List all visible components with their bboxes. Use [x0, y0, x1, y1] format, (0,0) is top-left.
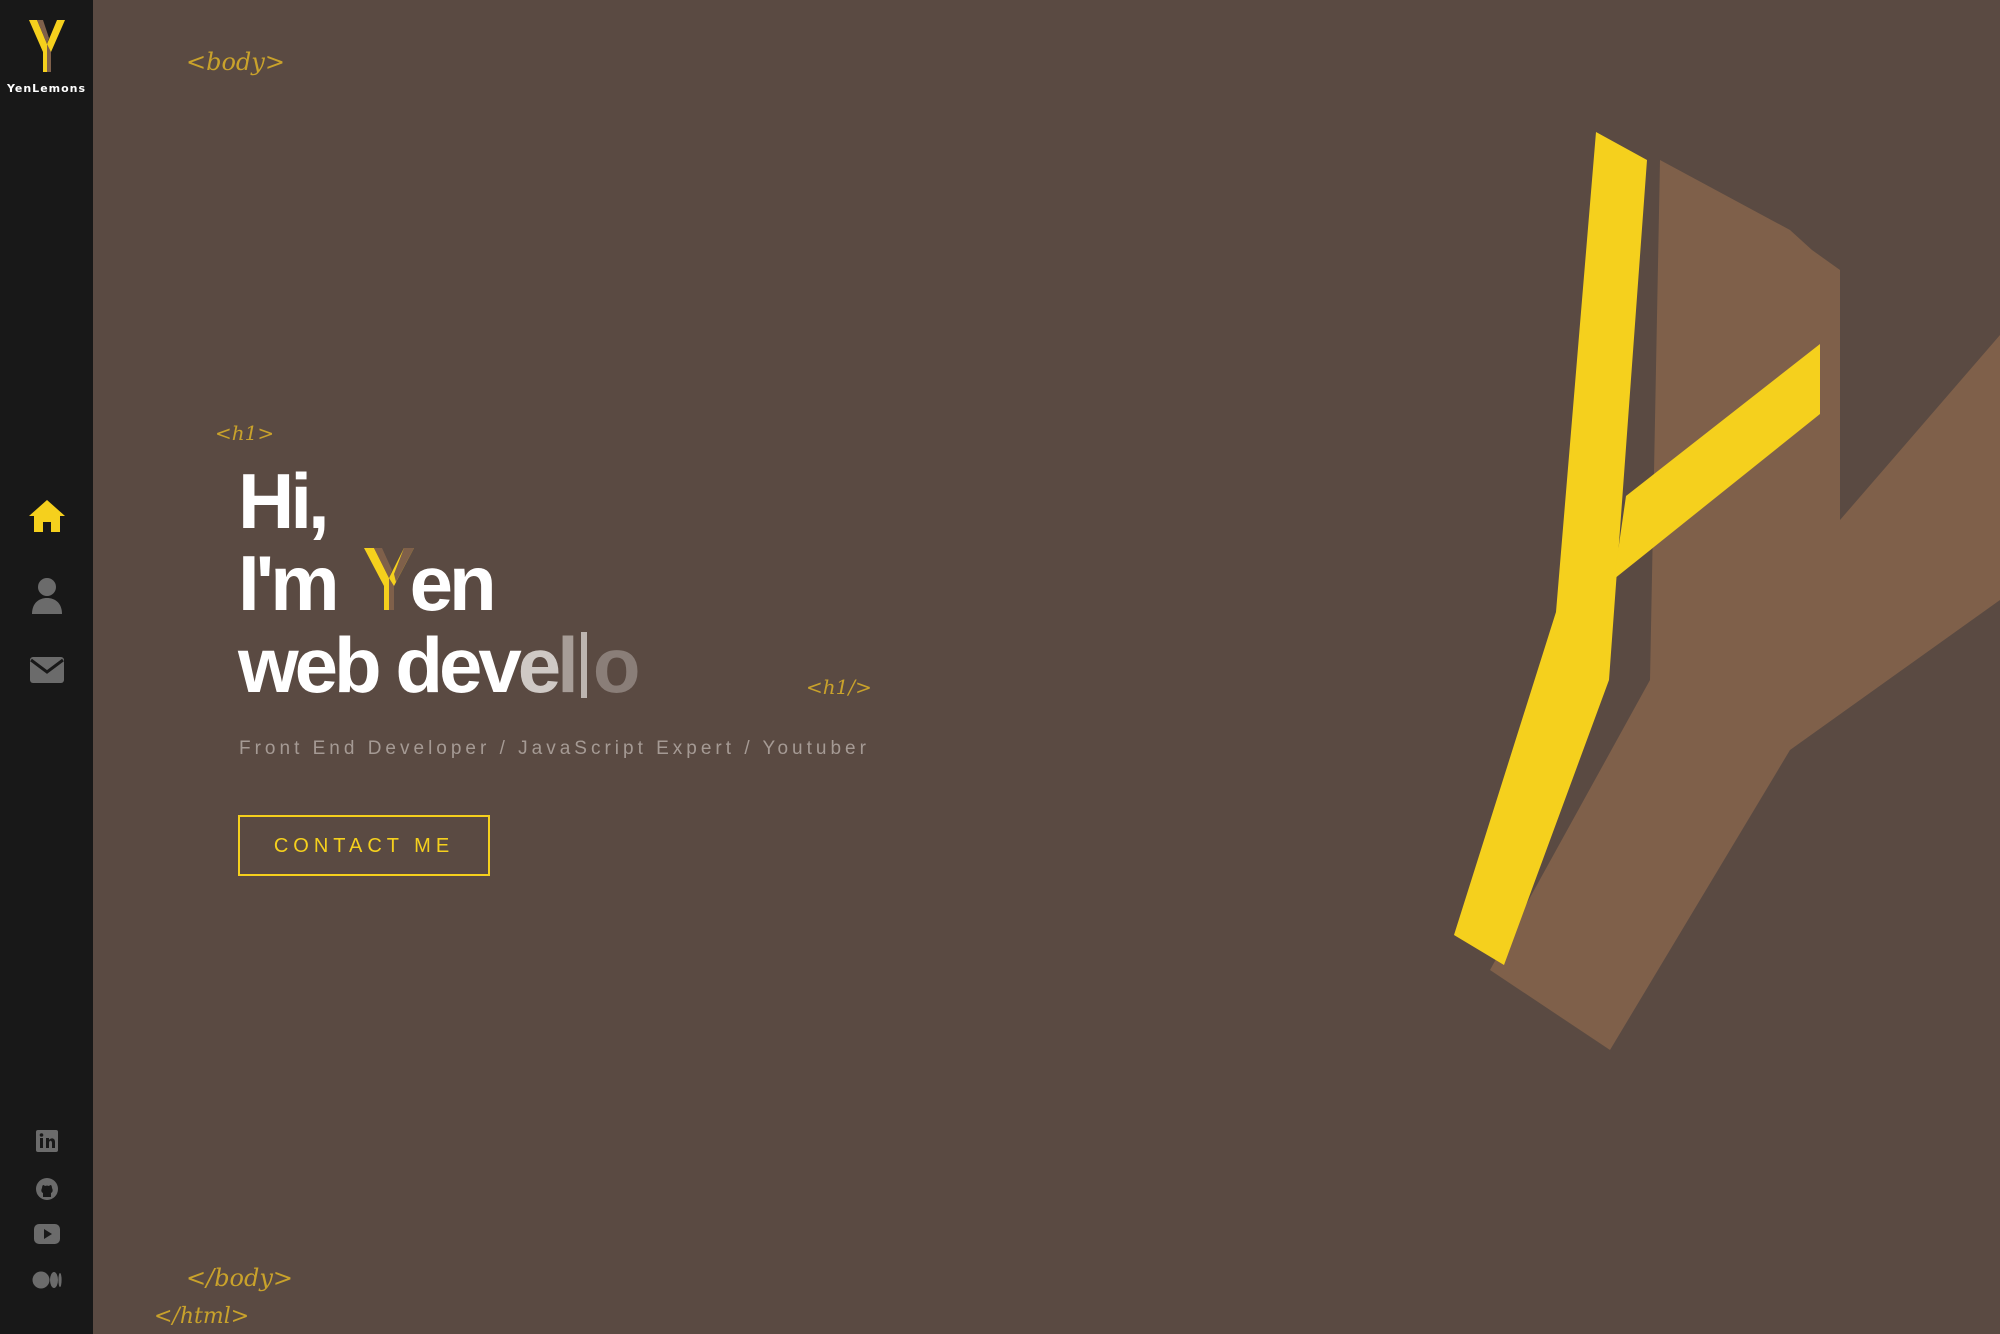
nav-contact[interactable] — [0, 656, 93, 696]
logo-y-icon — [28, 20, 65, 72]
big-y-logo-icon — [1454, 132, 2000, 1050]
social-medium[interactable] — [0, 1271, 93, 1297]
logo[interactable]: YenLemons — [0, 18, 93, 95]
github-icon — [35, 1178, 58, 1200]
youtube-icon — [33, 1224, 60, 1244]
social-youtube[interactable] — [0, 1224, 93, 1250]
nav-about[interactable] — [0, 577, 93, 617]
user-icon — [31, 578, 62, 614]
linkedin-icon — [35, 1130, 58, 1152]
contact-me-button[interactable]: CONTACT ME — [238, 815, 490, 876]
home-icon — [28, 500, 65, 532]
logo-text: YenLemons — [6, 82, 87, 95]
hero-typed-text: web dev — [238, 621, 522, 709]
h1-close-tag: <h1/> — [806, 675, 872, 699]
sidebar: YenLemons — [0, 0, 93, 1334]
hero-en-text: en — [409, 539, 497, 627]
hero-typed-fade-2: l — [557, 621, 579, 709]
page: YenLemons <body> <h1> <h1/> </body> </ht… — [0, 0, 2000, 1334]
hero-y-letter-icon — [363, 548, 414, 610]
body-close-tag: </body> — [186, 1264, 294, 1292]
html-close-tag: </html> — [154, 1304, 250, 1329]
hero-typed-fade-1: e — [517, 621, 561, 709]
typing-caret — [580, 632, 587, 698]
social-linkedin[interactable] — [0, 1130, 93, 1156]
hero-heading: Hi, I'm en web devel o — [238, 457, 641, 709]
main-nav — [0, 498, 93, 735]
nav-home[interactable] — [0, 498, 93, 538]
social-links — [0, 1130, 93, 1318]
medium-icon — [32, 1271, 62, 1289]
hero-line-1: Hi, — [238, 457, 330, 545]
social-github[interactable] — [0, 1177, 93, 1203]
hero-line-3: web devel o — [238, 621, 641, 709]
hero-typed-fade-3: o — [592, 621, 641, 709]
hero-im-text: I'm — [238, 539, 340, 627]
mail-icon — [29, 657, 64, 683]
body-open-tag: <body> — [186, 48, 285, 76]
hero-line-2: I'm en — [238, 542, 637, 624]
hero-subtitle: Front End Developer / JavaScript Expert … — [239, 738, 870, 759]
h1-open-tag: <h1> — [215, 421, 275, 445]
